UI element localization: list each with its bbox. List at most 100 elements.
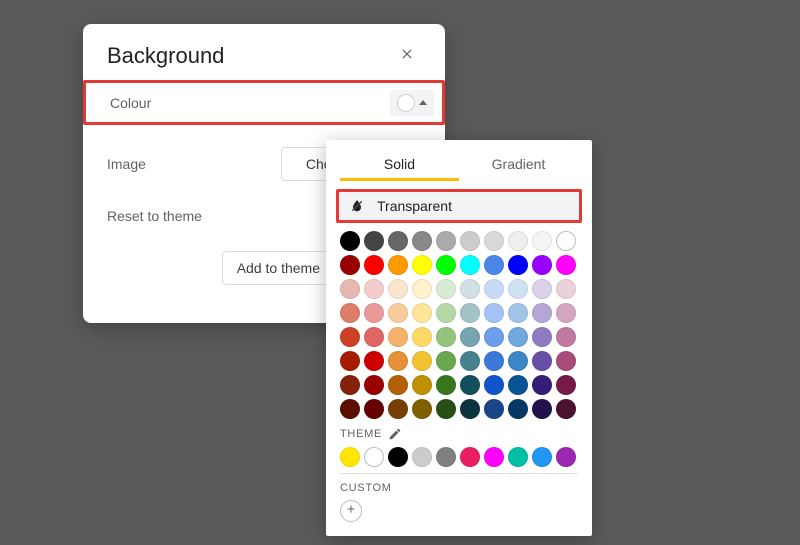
colour-swatch[interactable] [460,231,480,251]
colour-swatch[interactable] [364,375,384,395]
colour-swatch[interactable] [388,327,408,347]
colour-swatch[interactable] [532,303,552,323]
theme-swatch[interactable] [532,447,552,467]
colour-swatch[interactable] [388,399,408,419]
edit-theme-icon[interactable] [388,427,402,441]
colour-swatch[interactable] [388,231,408,251]
colour-swatch[interactable] [364,255,384,275]
colour-swatch[interactable] [556,399,576,419]
colour-swatch[interactable] [340,255,360,275]
colour-swatch[interactable] [412,255,432,275]
colour-swatch[interactable] [436,231,456,251]
colour-swatch[interactable] [364,399,384,419]
theme-swatch[interactable] [340,447,360,467]
colour-swatch[interactable] [340,303,360,323]
colour-swatch[interactable] [364,231,384,251]
colour-swatch[interactable] [532,231,552,251]
colour-swatch[interactable] [484,327,504,347]
colour-swatch[interactable] [436,303,456,323]
transparent-option[interactable]: Transparent [336,189,582,223]
colour-swatch[interactable] [484,375,504,395]
popover-tabs: Solid Gradient [340,150,578,181]
colour-swatch[interactable] [412,279,432,299]
colour-swatch[interactable] [508,255,528,275]
theme-swatch[interactable] [388,447,408,467]
colour-swatch[interactable] [436,399,456,419]
colour-swatch[interactable] [532,279,552,299]
theme-swatch[interactable] [556,447,576,467]
colour-swatch[interactable] [556,351,576,371]
colour-swatch[interactable] [508,303,528,323]
colour-swatch[interactable] [460,255,480,275]
colour-swatch[interactable] [460,351,480,371]
close-button[interactable] [393,42,421,70]
add-custom-colour-button[interactable] [340,500,362,522]
tab-gradient[interactable]: Gradient [459,150,578,181]
theme-swatch[interactable] [508,447,528,467]
colour-swatch[interactable] [556,375,576,395]
colour-swatch[interactable] [484,399,504,419]
colour-swatch[interactable] [484,351,504,371]
colour-swatch[interactable] [340,351,360,371]
colour-swatch[interactable] [412,399,432,419]
colour-swatch[interactable] [340,327,360,347]
colour-swatch[interactable] [436,351,456,371]
tab-solid[interactable]: Solid [340,150,459,181]
colour-swatch[interactable] [484,279,504,299]
colour-swatch[interactable] [340,231,360,251]
colour-swatch[interactable] [460,375,480,395]
colour-swatch[interactable] [532,351,552,371]
colour-dropdown-button[interactable] [390,90,434,116]
colour-swatch[interactable] [556,231,576,251]
theme-swatch[interactable] [484,447,504,467]
colour-swatch[interactable] [388,351,408,371]
colour-swatch[interactable] [484,231,504,251]
colour-swatch[interactable] [364,327,384,347]
colour-swatch[interactable] [508,375,528,395]
colour-swatch[interactable] [340,375,360,395]
colour-swatch[interactable] [508,399,528,419]
add-to-theme-button[interactable]: Add to theme [222,251,335,285]
colour-swatch[interactable] [556,327,576,347]
theme-swatch[interactable] [412,447,432,467]
colour-swatch[interactable] [556,279,576,299]
colour-swatch[interactable] [508,327,528,347]
colour-swatch[interactable] [460,327,480,347]
colour-swatch[interactable] [436,327,456,347]
plus-icon [345,502,357,520]
colour-swatch[interactable] [388,375,408,395]
colour-swatch[interactable] [364,279,384,299]
colour-swatch[interactable] [340,279,360,299]
theme-swatch[interactable] [364,447,384,467]
colour-swatch[interactable] [556,255,576,275]
colour-swatch[interactable] [508,279,528,299]
colour-swatch[interactable] [508,231,528,251]
colour-swatch[interactable] [364,303,384,323]
colour-swatch[interactable] [436,375,456,395]
colour-swatch[interactable] [412,327,432,347]
colour-swatch[interactable] [460,303,480,323]
colour-swatch[interactable] [532,375,552,395]
colour-swatch[interactable] [556,303,576,323]
colour-swatch[interactable] [412,231,432,251]
colour-swatch[interactable] [388,303,408,323]
colour-swatch[interactable] [532,255,552,275]
colour-swatch[interactable] [412,351,432,371]
colour-swatch[interactable] [436,255,456,275]
theme-swatch[interactable] [460,447,480,467]
colour-swatch[interactable] [388,255,408,275]
colour-swatch[interactable] [460,399,480,419]
colour-swatch[interactable] [484,255,504,275]
colour-swatch[interactable] [340,399,360,419]
colour-swatch[interactable] [364,351,384,371]
theme-swatch[interactable] [436,447,456,467]
colour-swatch[interactable] [412,303,432,323]
colour-swatch[interactable] [532,399,552,419]
colour-swatch[interactable] [484,303,504,323]
colour-swatch[interactable] [436,279,456,299]
colour-swatch[interactable] [460,279,480,299]
colour-swatch[interactable] [388,279,408,299]
colour-swatch[interactable] [532,327,552,347]
colour-swatch[interactable] [412,375,432,395]
colour-swatch[interactable] [508,351,528,371]
